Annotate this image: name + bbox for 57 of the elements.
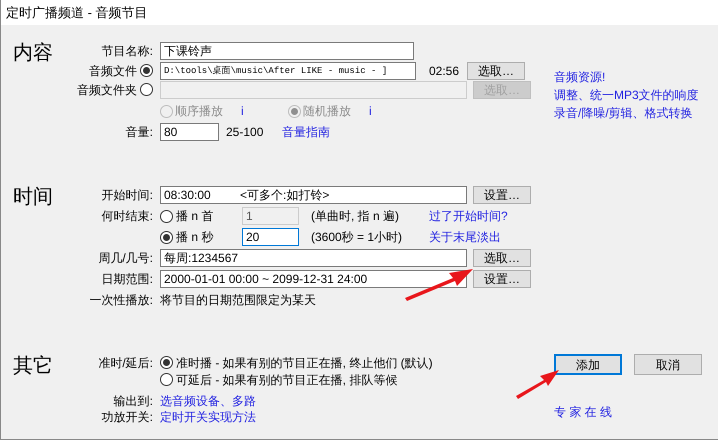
- radio-button[interactable]: [160, 356, 173, 369]
- select-button[interactable]: 选取…: [473, 249, 531, 267]
- cancel-button[interactable]: 取消: [634, 354, 702, 375]
- add-button[interactable]: 添加: [554, 354, 622, 375]
- output-link[interactable]: 选音频设备、多路: [160, 392, 256, 410]
- start-time-field[interactable]: 08:30:00 <可多个:如打铃>: [160, 186, 467, 204]
- hint-text: (3600秒 = 1小时): [311, 229, 404, 246]
- field-label: 何时结束:: [102, 208, 153, 225]
- radio-label: 播 n 秒: [176, 229, 214, 246]
- radio-label: 播 n 首: [176, 208, 214, 225]
- field-label: 输出到:: [114, 393, 153, 410]
- field-label: 周几/几号:: [98, 250, 153, 267]
- help-link[interactable]: 关于末尾淡出: [429, 228, 501, 246]
- help-link[interactable]: 音频资源!: [554, 70, 606, 84]
- file-path-field[interactable]: D:\tools\桌面\music\After LIKE - music - ]: [160, 62, 416, 80]
- radio-label: 顺序播放: [175, 103, 223, 120]
- field-label: 功放开关:: [102, 409, 153, 426]
- section-heading: 时间: [12, 185, 54, 210]
- volume-field[interactable]: 80: [160, 123, 219, 141]
- date-range-field[interactable]: 2000-01-01 00:00 ~ 2099-12-31 24:00: [160, 270, 467, 288]
- section-heading: 内容: [12, 41, 54, 66]
- hint-text: (单曲时, 指 n 遍): [311, 208, 400, 225]
- field-label: 一次性播放:: [90, 292, 153, 309]
- one-time-text: 将节目的日期范围限定为某天: [160, 292, 316, 309]
- amp-switch-link[interactable]: 定时开关实现方法: [160, 408, 256, 426]
- expert-link[interactable]: 专 家 在 线: [554, 405, 612, 419]
- volume-range: 25-100: [226, 124, 264, 141]
- select-button[interactable]: 设置…: [473, 270, 531, 288]
- radio-button[interactable]: [140, 64, 153, 77]
- count-field[interactable]: 1: [242, 207, 299, 225]
- field-label: 音频文件夹: [77, 82, 137, 98]
- field-label: 音频文件: [89, 62, 137, 80]
- select-button[interactable]: 设置…: [473, 186, 531, 204]
- field-label: 准时/延后:: [98, 354, 153, 372]
- section-heading: 其它: [12, 354, 54, 379]
- radio-button[interactable]: [160, 210, 173, 222]
- annotation-arrow: [403, 266, 475, 302]
- radio-label: 准时播 - 如果有别的节目正在播, 终止他们 (默认): [176, 354, 433, 372]
- radio-button[interactable]: [160, 373, 173, 386]
- select-button[interactable]: 选取…: [467, 62, 525, 80]
- duration-text: 02:56: [428, 62, 460, 80]
- field-label: 开始时间:: [102, 187, 153, 204]
- field-label: 音量:: [126, 124, 153, 141]
- field-label: 日期范围:: [102, 271, 153, 288]
- help-link[interactable]: 录音/降噪/剪辑、格式转换: [554, 106, 693, 120]
- program-name-field[interactable]: 下课铃声: [160, 42, 414, 60]
- weekdays-field[interactable]: 每周:1234567: [160, 249, 467, 267]
- field-label: 节目名称:: [102, 43, 153, 60]
- radio-label: 可延后 - 如果有别的节目正在播, 排队等候: [176, 372, 398, 388]
- radio-button[interactable]: [160, 230, 173, 244]
- window-title: 定时广播频道 - 音频节目: [6, 4, 148, 22]
- volume-guide-link[interactable]: 音量指南: [282, 123, 330, 141]
- count-field[interactable]: 20: [242, 228, 299, 246]
- annotation-arrow: [514, 368, 560, 400]
- radio-label: 随机播放: [303, 103, 351, 120]
- help-link[interactable]: 调整、统一MP3文件的响度: [554, 88, 699, 102]
- help-link[interactable]: 过了开始时间?: [429, 207, 508, 225]
